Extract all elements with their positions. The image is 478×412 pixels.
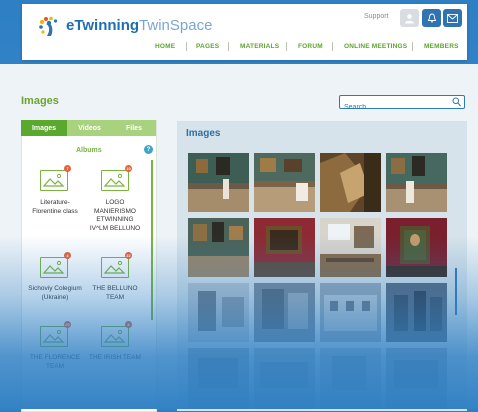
image-placeholder-icon	[101, 326, 129, 347]
image-placeholder-icon	[40, 257, 68, 278]
nav-divider	[332, 42, 333, 51]
gallery-photo[interactable]	[188, 218, 249, 277]
nav-divider	[186, 42, 187, 51]
gallery-photo[interactable]	[320, 218, 381, 277]
album-title[interactable]: Literature-Florentine class	[26, 199, 84, 216]
album-count-badge: 7	[64, 165, 71, 172]
album-title[interactable]: THE FLORENCE TEAM	[26, 354, 84, 371]
nav-forum[interactable]: FORUM	[298, 43, 323, 50]
brand-twinspace: TwinSpace	[139, 17, 213, 34]
album-item[interactable]: 20	[40, 321, 71, 347]
bell-icon	[427, 13, 436, 23]
nav-members[interactable]: MEMBERS	[424, 43, 459, 50]
image-placeholder-icon	[101, 257, 129, 278]
gallery-photo[interactable]	[254, 283, 315, 342]
tab-files[interactable]: Files	[112, 120, 156, 136]
albums-scrollbar[interactable]	[151, 160, 153, 320]
album-count-badge: 8	[125, 321, 132, 328]
gallery-photo[interactable]	[386, 283, 447, 342]
album-count-badge: 22	[125, 252, 132, 259]
album-title[interactable]: THE BELLUNO TEAM	[88, 285, 142, 302]
images-grid-title: Images	[186, 128, 221, 139]
album-item[interactable]: 10	[101, 165, 132, 191]
albums-heading: Albums	[76, 147, 102, 154]
gallery-photo[interactable]	[188, 153, 249, 212]
nav-divider	[228, 42, 229, 51]
tab-videos[interactable]: Videos	[67, 120, 112, 136]
nav-pages[interactable]: PAGES	[196, 43, 219, 50]
user-button[interactable]	[400, 9, 419, 27]
album-title[interactable]: THE IRISH TEAM	[88, 354, 142, 363]
nav-materials[interactable]: MATERIALS	[240, 43, 279, 50]
album-item[interactable]: 4	[40, 252, 71, 278]
album-count-badge: 20	[64, 321, 71, 328]
album-title[interactable]: Sichoviy Colegium (Ukraine)	[28, 285, 82, 302]
user-icon	[405, 13, 414, 23]
gallery-photo[interactable]	[320, 153, 381, 212]
support-link[interactable]: Support	[364, 13, 389, 20]
image-placeholder-icon	[40, 326, 68, 347]
mail-icon	[447, 13, 458, 23]
nav-divider	[412, 42, 413, 51]
image-placeholder-icon	[101, 170, 129, 191]
messages-button[interactable]	[443, 9, 462, 27]
gallery-photo[interactable]	[320, 348, 381, 409]
gallery-photo[interactable]	[254, 153, 315, 212]
brand-name[interactable]: eTwinningTwinSpace	[66, 17, 212, 34]
nav-home[interactable]: HOME	[155, 43, 175, 50]
album-item[interactable]: 8	[101, 321, 132, 347]
notifications-button[interactable]	[422, 9, 441, 27]
images-scrollbar[interactable]	[455, 268, 457, 315]
gallery-photo[interactable]	[320, 283, 381, 342]
album-title[interactable]: LOGO MANIERISMO ETWINNING IV^LM BELLUNO	[88, 199, 142, 233]
etwinning-logo-icon[interactable]	[36, 14, 62, 40]
gallery-photo[interactable]	[188, 283, 249, 342]
page-title: Images	[21, 95, 59, 107]
tab-images[interactable]: Images	[21, 120, 67, 136]
nav-online-meetings[interactable]: ONLINE MEETINGS	[344, 43, 407, 50]
brand-twinning: Twinning	[74, 17, 140, 34]
gallery-photo[interactable]	[254, 218, 315, 277]
gallery-photo[interactable]	[254, 348, 315, 409]
gallery-photo[interactable]	[386, 153, 447, 212]
album-item[interactable]: 22	[101, 252, 132, 278]
image-placeholder-icon	[40, 170, 68, 191]
album-count-badge: 4	[64, 252, 71, 259]
search-icon[interactable]	[452, 97, 461, 107]
album-item[interactable]: 7	[40, 165, 71, 191]
help-icon[interactable]: ?	[144, 145, 153, 154]
search-input[interactable]	[340, 101, 452, 114]
gallery-photo[interactable]	[188, 348, 249, 409]
nav-divider	[286, 42, 287, 51]
search-box[interactable]	[339, 95, 465, 114]
album-count-badge: 10	[125, 165, 132, 172]
gallery-photo[interactable]	[386, 348, 447, 409]
gallery-photo[interactable]	[386, 218, 447, 277]
